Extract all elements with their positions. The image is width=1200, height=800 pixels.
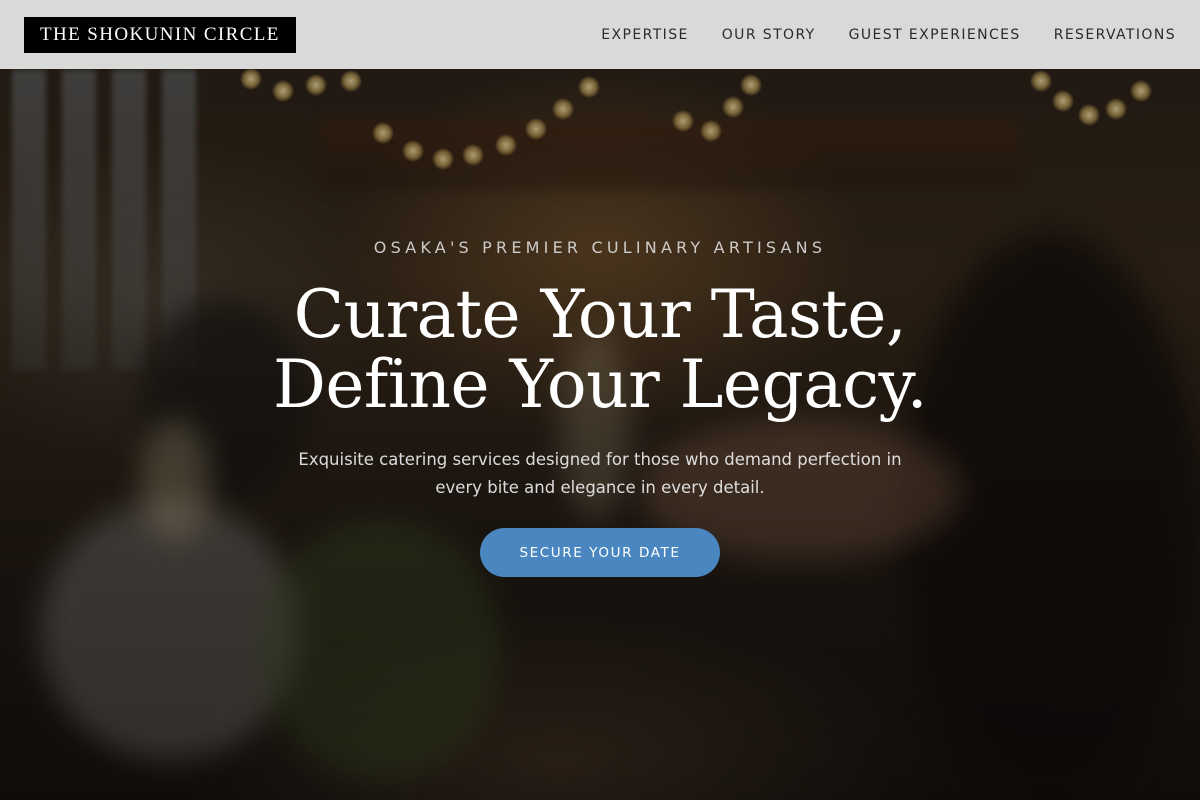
hero-section: OSAKA'S PREMIER CULINARY ARTISANS Curate… bbox=[0, 0, 1200, 800]
nav-link-our-story[interactable]: OUR STORY bbox=[722, 27, 816, 43]
nav-link-expertise[interactable]: EXPERTISE bbox=[601, 27, 688, 43]
main-nav: EXPERTISE OUR STORY GUEST EXPERIENCES RE… bbox=[601, 27, 1176, 43]
secure-your-date-button[interactable]: SECURE YOUR DATE bbox=[480, 528, 720, 577]
site-header: THE SHOKUNIN CIRCLE EXPERTISE OUR STORY … bbox=[0, 0, 1200, 69]
hero-eyebrow: OSAKA'S PREMIER CULINARY ARTISANS bbox=[373, 238, 827, 257]
hero-headline: Curate Your Taste, Define Your Legacy. bbox=[0, 280, 1200, 420]
nav-link-reservations[interactable]: RESERVATIONS bbox=[1054, 27, 1176, 43]
site-logo[interactable]: THE SHOKUNIN CIRCLE bbox=[24, 16, 296, 53]
headline-line-1: Curate Your Taste, bbox=[293, 276, 907, 353]
nav-link-guest-experiences[interactable]: GUEST EXPERIENCES bbox=[849, 27, 1021, 43]
headline-line-2: Define Your Legacy. bbox=[272, 346, 928, 423]
hero-subcopy: Exquisite catering services designed for… bbox=[298, 450, 902, 497]
